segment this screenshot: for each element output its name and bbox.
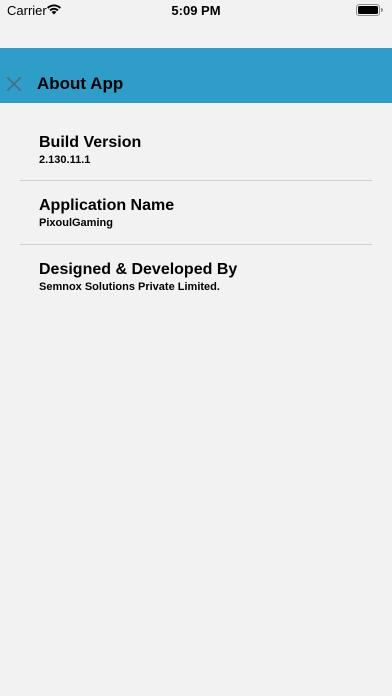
battery-icon: [356, 4, 383, 16]
application-name-label: Application Name: [39, 197, 175, 214]
build-version-value: 2.130.11.1: [39, 154, 91, 166]
list-item-developer: Designed & Developed By Semnox Solutions…: [20, 245, 372, 308]
build-version-label: Build Version: [39, 134, 142, 151]
developer-value: Semnox Solutions Private Limited.: [39, 281, 220, 293]
status-time: 5:09 PM: [171, 3, 221, 18]
close-icon[interactable]: [5, 75, 23, 93]
developer-label: Designed & Developed By: [39, 261, 238, 278]
about-list: Build Version 2.130.11.1 Application Nam…: [0, 103, 392, 308]
page-title: About App: [37, 74, 124, 93]
list-item-application-name: Application Name PixoulGaming: [20, 181, 372, 245]
app-header: About App: [0, 48, 392, 103]
status-bar: Carrier 5:09 PM: [0, 0, 392, 22]
application-name-value: PixoulGaming: [39, 217, 113, 229]
list-item-build-version: Build Version 2.130.11.1: [20, 103, 372, 181]
